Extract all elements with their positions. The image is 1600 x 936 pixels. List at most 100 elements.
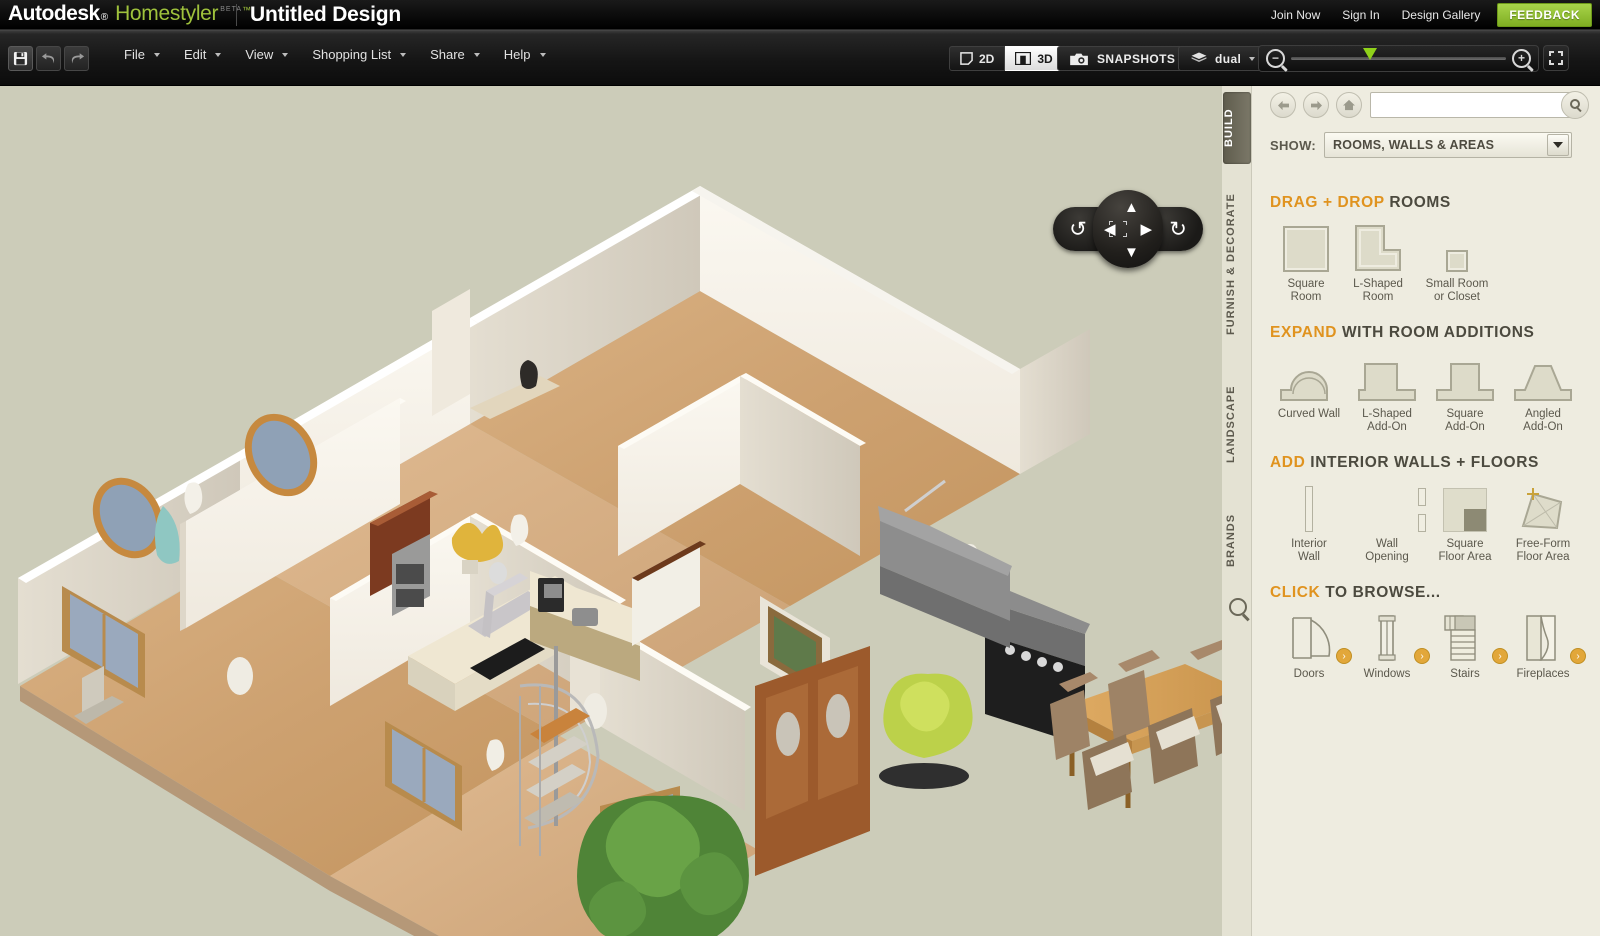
palette-item-l-shaped-addon[interactable]: L-Shaped Add-On xyxy=(1348,350,1426,434)
undo-button[interactable] xyxy=(36,46,61,71)
menu-share[interactable]: Share xyxy=(424,47,486,62)
menu-view-label: View xyxy=(245,47,274,62)
menu-help[interactable]: Help xyxy=(498,47,552,62)
flower-arrangement xyxy=(451,522,504,562)
panel-search-box[interactable] xyxy=(1370,91,1589,119)
section-title-highlight: DRAG + DROP xyxy=(1270,194,1385,211)
layers-dropdown[interactable]: dual xyxy=(1178,46,1269,71)
menu-view[interactable]: View xyxy=(239,47,294,62)
recenter-view-button[interactable] xyxy=(1109,221,1127,237)
palette-item-l-shaped-room[interactable]: L-Shaped Room xyxy=(1342,220,1414,304)
square-floor-area-icon xyxy=(1426,480,1504,532)
toaster xyxy=(572,608,598,626)
menu-file[interactable]: File xyxy=(118,47,166,62)
panel-forward-button[interactable] xyxy=(1303,92,1329,118)
palette-item-fireplaces[interactable]: › Fireplaces xyxy=(1504,610,1586,681)
palette-item-free-form-floor-area[interactable]: Free-Form Floor Area xyxy=(1504,480,1582,564)
floor-plan-3d-render[interactable] xyxy=(0,86,1222,936)
zoom-slider[interactable] xyxy=(1291,48,1506,60)
pan-down-icon[interactable]: ▼ xyxy=(1124,245,1139,260)
sign-in-link[interactable]: Sign In xyxy=(1331,0,1390,30)
palette-item-interior-wall[interactable]: Interior Wall xyxy=(1270,480,1348,564)
zoom-out-button[interactable]: − xyxy=(1266,49,1285,68)
brand-product-text: Homestyler xyxy=(115,2,219,25)
palette-item-curved-wall[interactable]: Curved Wall xyxy=(1270,350,1348,434)
section-title-rest: WITH ROOM ADDITIONS xyxy=(1337,324,1535,341)
save-button[interactable] xyxy=(8,46,33,71)
menu-shopping-list[interactable]: Shopping List xyxy=(306,47,412,62)
menu-file-label: File xyxy=(124,47,145,62)
sidebar-tab-search-icon[interactable] xyxy=(1229,598,1247,616)
palette-item-angled-addon[interactable]: Angled Add-On xyxy=(1504,350,1582,434)
section-interior-walls-floors-items: Interior Wall Wall Opening Square Floor … xyxy=(1270,480,1582,564)
fullscreen-button[interactable] xyxy=(1543,45,1569,71)
sidebar-tab-brands[interactable]: BRANDS xyxy=(1225,498,1249,582)
oven-door-lower xyxy=(396,589,424,607)
palette-item-small-room[interactable]: Small Room or Closet xyxy=(1414,220,1500,304)
section-click-to-browse-title: CLICK TO BROWSE... xyxy=(1270,584,1582,602)
tab-2d-view[interactable]: 2D xyxy=(949,46,1006,71)
pan-right-icon[interactable]: ▶ xyxy=(1140,222,1152,237)
palette-item-windows[interactable]: › Windows xyxy=(1348,610,1430,681)
zoom-in-button[interactable]: + xyxy=(1512,49,1531,68)
recenter-corner-icon xyxy=(1109,233,1113,237)
snapshots-button[interactable]: SNAPSHOTS xyxy=(1057,46,1189,71)
panel-home-button[interactable] xyxy=(1336,92,1362,118)
section-title-rest: INTERIOR WALLS + FLOORS xyxy=(1305,454,1539,471)
fullscreen-corner-icon xyxy=(1549,51,1554,56)
palette-item-square-floor-area[interactable]: Square Floor Area xyxy=(1426,480,1504,564)
section-room-additions-items: Curved Wall L-Shaped Add-On Square Add-O… xyxy=(1270,350,1582,434)
zoom-slider-thumb[interactable] xyxy=(1363,48,1377,60)
panel-search-input[interactable] xyxy=(1371,93,1547,117)
design-gallery-link[interactable]: Design Gallery xyxy=(1391,0,1492,30)
arrow-right-icon xyxy=(1310,100,1322,110)
join-now-link[interactable]: Join Now xyxy=(1260,0,1331,30)
tab-3d-view[interactable]: 3D xyxy=(1005,46,1064,71)
viewport-navigation-control[interactable]: ↺ ↻ ▲ ▼ ◀ ▶ xyxy=(1053,190,1203,268)
palette-item-square-addon[interactable]: Square Add-On xyxy=(1426,350,1504,434)
header-divider xyxy=(236,4,237,26)
show-filter-select[interactable]: ROOMS, WALLS & AREAS xyxy=(1324,132,1573,158)
layers-group: dual xyxy=(1178,46,1269,71)
chevron-down-icon xyxy=(1249,56,1256,61)
l-shaped-addon-icon xyxy=(1348,350,1426,402)
chevron-down-icon xyxy=(473,52,480,57)
wall-opening-icon xyxy=(1348,480,1426,532)
document-title[interactable]: Untitled Design xyxy=(250,3,401,27)
chevron-down-icon xyxy=(400,52,407,57)
sidebar-tab-landscape[interactable]: LANDSCAPE xyxy=(1225,364,1249,484)
feedback-button[interactable]: FEEDBACK xyxy=(1497,3,1592,27)
coffee-maker-panel xyxy=(544,584,562,598)
palette-item-stairs[interactable]: › Stairs xyxy=(1426,610,1508,681)
pan-up-icon[interactable]: ▲ xyxy=(1124,200,1139,215)
show-filter-row: SHOW: ROOMS, WALLS & AREAS xyxy=(1270,132,1573,158)
sidebar-tab-build[interactable]: BUILD xyxy=(1223,92,1251,164)
home-icon xyxy=(1343,99,1355,111)
pan-dpad[interactable]: ▲ ▼ ◀ ▶ xyxy=(1093,190,1163,268)
file-actions-group xyxy=(8,46,92,71)
oven-door-upper xyxy=(396,564,424,584)
sidebar-tab-furnish-decorate[interactable]: FURNISH & DECORATE xyxy=(1225,182,1249,346)
panel-search-button[interactable] xyxy=(1561,91,1589,119)
palette-item-doors[interactable]: › Doors xyxy=(1270,610,1352,681)
redo-button[interactable] xyxy=(64,46,89,71)
palette-item-square-room[interactable]: Square Room xyxy=(1270,220,1342,304)
zoom-in-label: + xyxy=(1517,51,1525,65)
menu-edit[interactable]: Edit xyxy=(178,47,227,62)
chevron-down-icon[interactable] xyxy=(1547,134,1570,156)
chevron-down-icon xyxy=(282,52,289,57)
palette-item-wall-opening[interactable]: Wall Opening xyxy=(1348,480,1426,564)
free-form-floor-area-icon xyxy=(1504,480,1582,532)
panel-back-button[interactable] xyxy=(1270,92,1296,118)
palette-item-curved-wall-label: Curved Wall xyxy=(1277,408,1341,420)
palette-item-square-floor-area-label: Square Floor Area xyxy=(1438,538,1492,563)
design-viewport-3d[interactable]: ↺ ↻ ▲ ▼ ◀ ▶ xyxy=(0,86,1222,936)
flower-vase xyxy=(462,560,478,574)
curved-wall-icon xyxy=(1270,350,1348,402)
browse-badge-icon: › xyxy=(1570,648,1586,664)
snapshots-label: SNAPSHOTS xyxy=(1097,51,1176,66)
section-drag-drop-rooms-title: DRAG + DROP ROOMS xyxy=(1270,194,1582,212)
brand-logo[interactable]: Autodesk ® Homestyler BETA ™ xyxy=(8,2,251,26)
interior-wall-g xyxy=(432,289,470,416)
main-toolbar: File Edit View Shopping List Share Help xyxy=(0,30,1600,86)
